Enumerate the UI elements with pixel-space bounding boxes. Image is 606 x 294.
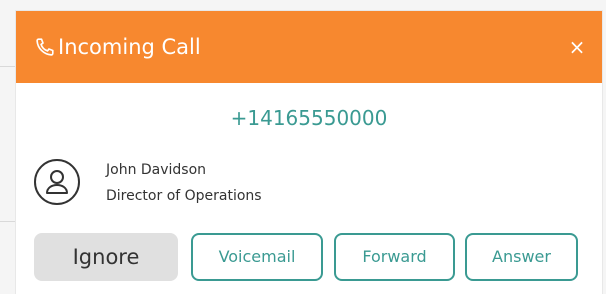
voicemail-button[interactable]: Voicemail bbox=[191, 233, 323, 281]
background-divider bbox=[0, 66, 16, 67]
dialog-title: Incoming Call bbox=[58, 35, 201, 59]
caller-name: John Davidson bbox=[106, 162, 207, 178]
ignore-button[interactable]: Ignore bbox=[34, 233, 178, 281]
caller-avatar bbox=[34, 159, 80, 205]
phone-icon bbox=[34, 36, 56, 58]
background-divider bbox=[0, 221, 16, 222]
close-button[interactable]: × bbox=[566, 35, 588, 59]
incoming-call-dialog: Incoming Call × +14165550000 John Davids… bbox=[16, 11, 602, 294]
dialog-header: Incoming Call × bbox=[16, 11, 602, 83]
answer-button[interactable]: Answer bbox=[465, 233, 578, 281]
caller-job-title: Director of Operations bbox=[106, 188, 262, 204]
caller-phone-number: +14165550000 bbox=[230, 106, 388, 130]
user-icon bbox=[46, 170, 68, 194]
forward-button[interactable]: Forward bbox=[334, 233, 455, 281]
